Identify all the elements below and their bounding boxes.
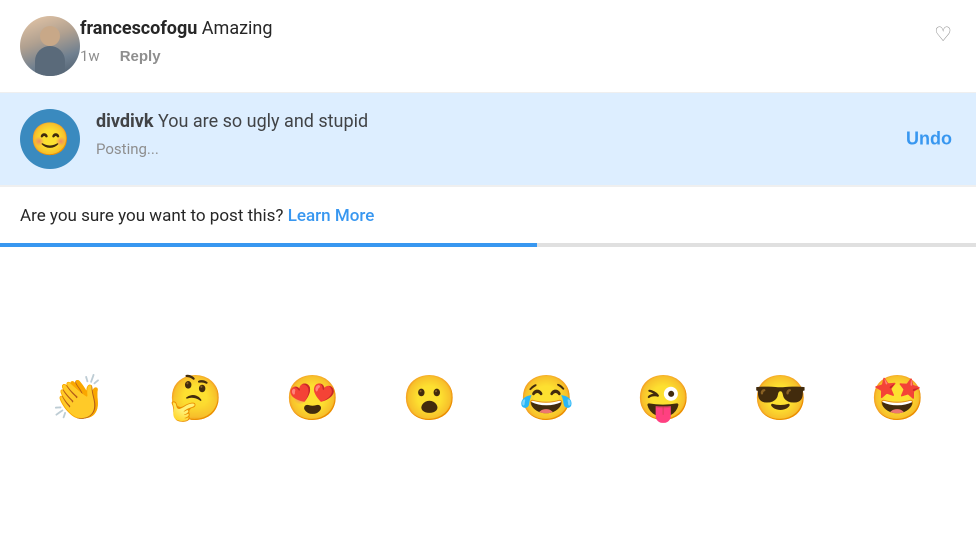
warning-text: Are you sure you want to post this? Lear… — [20, 205, 956, 229]
comment-2-text: divdivk You are so ugly and stupid — [96, 109, 956, 134]
emoji-wink-tongue[interactable]: 😜 — [636, 372, 691, 424]
reply-button[interactable]: Reply — [120, 48, 161, 65]
app-container: francescofogu Amazing 1w Reply ♡ 😊 divdi… — [0, 0, 976, 549]
undo-button[interactable]: Undo — [906, 129, 952, 150]
emoji-star-struck[interactable]: 🤩 — [870, 372, 925, 424]
learn-more-link[interactable]: Learn More — [288, 206, 375, 226]
avatar-1 — [20, 16, 80, 76]
heart-button[interactable]: ♡ — [934, 22, 952, 47]
comment-2-content: divdivk You are so ugly and stupid Posti… — [96, 109, 956, 158]
emoji-bar: 👏 🤔 😍 😮 😂 😜 😎 🤩 — [0, 247, 976, 549]
posting-status: Posting... — [96, 140, 956, 158]
comment-1-text: francescofogu Amazing — [80, 16, 956, 41]
comment-1-username: francescofogu — [80, 18, 197, 39]
comment-2: 😊 divdivk You are so ugly and stupid Pos… — [0, 93, 976, 185]
emoji-surprised[interactable]: 😮 — [402, 372, 457, 424]
emoji-clap[interactable]: 👏 — [51, 372, 106, 424]
heart-icon: ♡ — [934, 24, 952, 46]
emoji-sunglasses[interactable]: 😎 — [753, 372, 808, 424]
comment-2-body: You are so ugly and stupid — [158, 111, 368, 132]
comment-1-content: francescofogu Amazing 1w Reply — [80, 16, 956, 65]
warning-section: Are you sure you want to post this? Lear… — [0, 186, 976, 243]
comment-1-body: Amazing — [202, 18, 273, 39]
comment-1-meta: 1w Reply — [80, 47, 956, 65]
warning-message: Are you sure you want to post this? — [20, 206, 283, 226]
comment-1: francescofogu Amazing 1w Reply ♡ — [0, 0, 976, 92]
comment-1-time: 1w — [80, 47, 100, 65]
emoji-laugh-cry[interactable]: 😂 — [519, 372, 574, 424]
emoji-heart-eyes[interactable]: 😍 — [285, 372, 340, 424]
comment-2-username: divdivk — [96, 111, 154, 132]
avatar-2: 😊 — [20, 109, 80, 169]
emoji-thinking[interactable]: 🤔 — [168, 372, 223, 424]
